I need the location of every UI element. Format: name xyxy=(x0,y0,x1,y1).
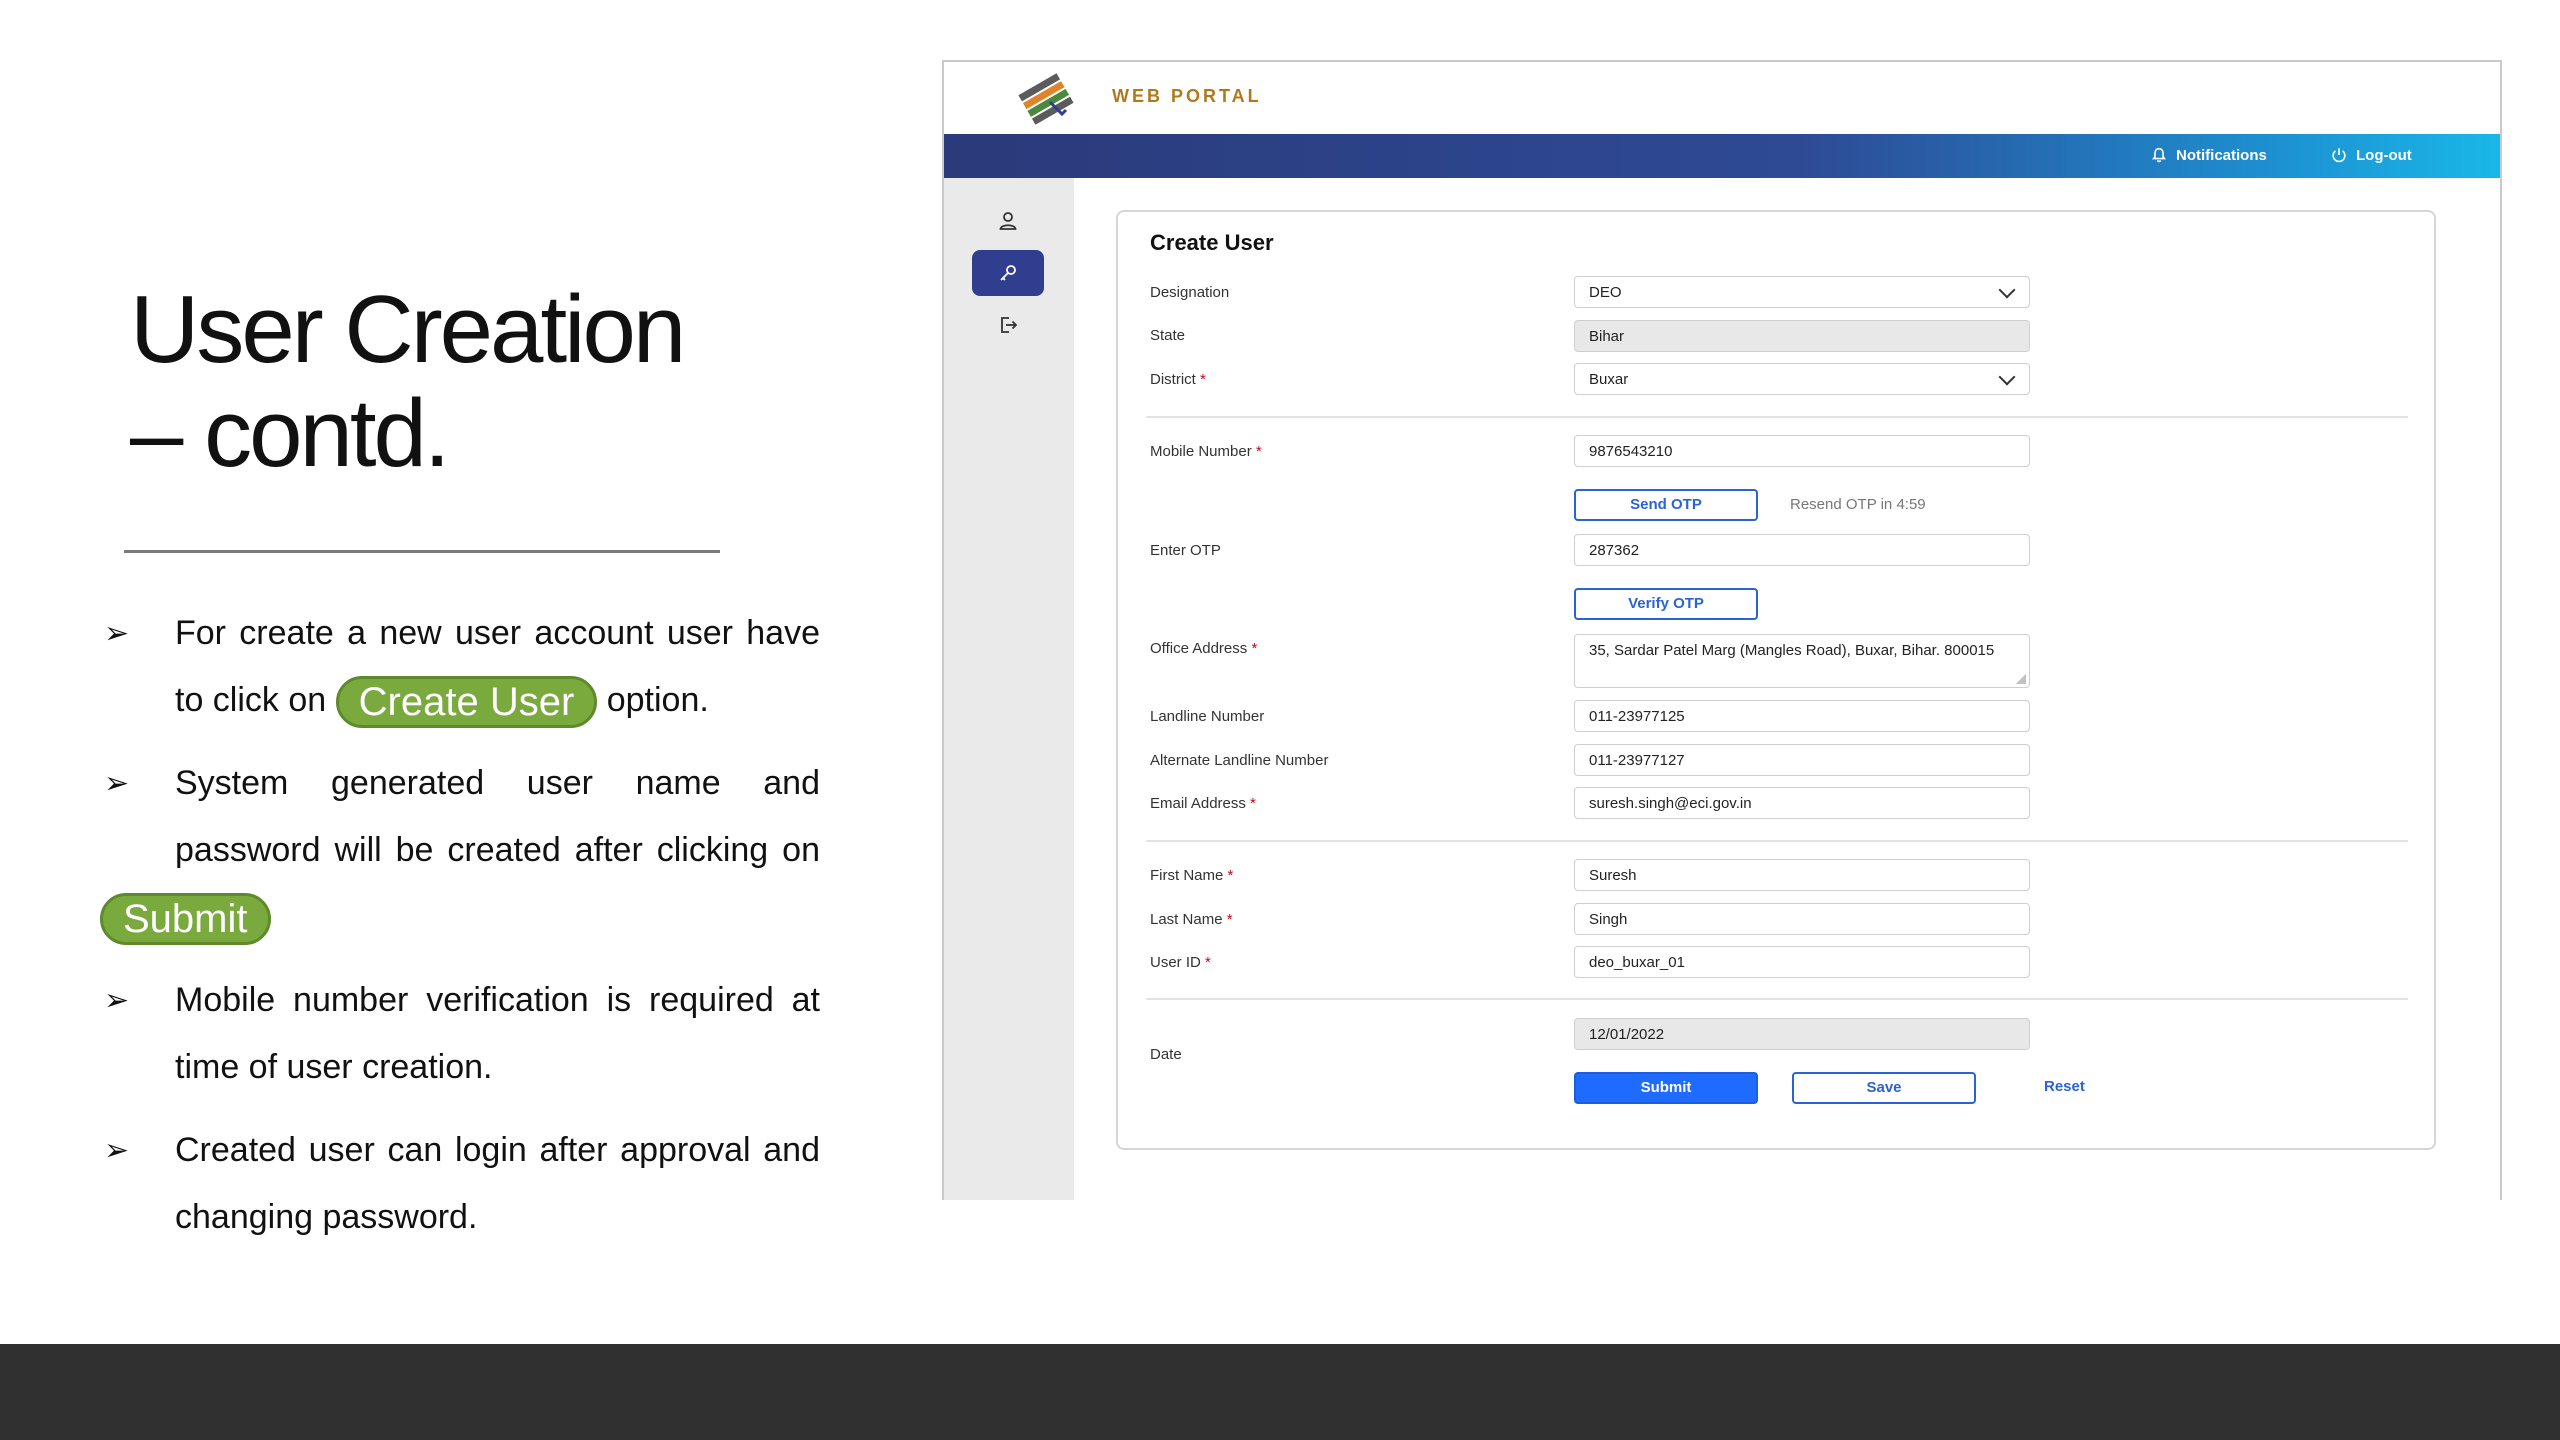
district-select[interactable]: Buxar xyxy=(1574,363,2030,395)
logout-link[interactable]: Log-out xyxy=(2330,146,2412,164)
date-field: 12/01/2022 xyxy=(1574,1018,2030,1050)
create-user-form: Create User Designation DEO State Bihar … xyxy=(1116,210,2436,1150)
side-navigation xyxy=(944,178,1074,1200)
landline-label: Landline Number xyxy=(1150,708,1265,725)
office-address-textarea[interactable]: 35, Sardar Patel Marg (Mangles Road), Bu… xyxy=(1574,634,2030,688)
required-mark: * xyxy=(1227,867,1234,884)
district-label: District * xyxy=(1150,371,1206,388)
portal-screenshot: WEB PORTAL Notifications Log-out Create … xyxy=(942,60,2502,1200)
required-mark: * xyxy=(1251,640,1258,657)
notifications-link[interactable]: Notifications xyxy=(2150,146,2267,164)
alt-landline-label: Alternate Landline Number xyxy=(1150,752,1329,769)
create-user-pill: Create User xyxy=(335,676,598,729)
slide-title-line1: User Creation xyxy=(130,276,686,383)
bullet-item: ➢ Created user can login after approval … xyxy=(100,1117,820,1251)
user-id-label-text: User ID xyxy=(1150,954,1201,971)
save-button[interactable]: Save xyxy=(1792,1072,1976,1104)
section-divider xyxy=(1146,840,2408,842)
designation-label: Designation xyxy=(1150,284,1230,301)
arrow-bullet-icon: ➢ xyxy=(104,984,130,1017)
date-label: Date xyxy=(1150,1046,1182,1063)
first-name-input[interactable]: Suresh xyxy=(1574,859,2030,891)
bullet-text: option. xyxy=(606,681,709,719)
office-address-label-text: Office Address xyxy=(1150,640,1248,657)
email-label-text: Email Address xyxy=(1150,795,1246,812)
mobile-number-input[interactable]: 9876543210 xyxy=(1574,435,2030,467)
bell-icon xyxy=(2151,147,2167,163)
mobile-label-text: Mobile Number xyxy=(1150,443,1252,460)
email-input[interactable]: suresh.singh@eci.gov.in xyxy=(1574,787,2030,819)
user-icon xyxy=(999,212,1017,230)
alt-landline-input[interactable]: 011-23977127 xyxy=(1574,744,2030,776)
bullet-text: System generated user name and password … xyxy=(175,764,820,869)
slide-title: User Creation – contd. xyxy=(130,278,750,486)
designation-select[interactable]: DEO xyxy=(1574,276,2030,308)
bullet-item: ➢ For create a new user account user hav… xyxy=(100,600,820,734)
form-title: Create User xyxy=(1150,230,1274,255)
state-field: Bihar xyxy=(1574,320,2030,352)
office-address-label: Office Address * xyxy=(1150,640,1257,657)
nav-user-button[interactable] xyxy=(972,198,1044,244)
title-divider xyxy=(124,550,720,553)
last-name-input[interactable]: Singh xyxy=(1574,903,2030,935)
last-name-label-text: Last Name xyxy=(1150,911,1223,928)
power-icon xyxy=(2332,148,2346,163)
required-mark: * xyxy=(1226,911,1233,928)
slide-title-line2: – contd. xyxy=(130,380,451,487)
state-label: State xyxy=(1150,327,1186,344)
bullet-text: Mobile number verification is required a… xyxy=(175,981,820,1086)
arrow-bullet-icon: ➢ xyxy=(104,1134,130,1167)
notifications-label: Notifications xyxy=(2176,146,2267,164)
reset-button[interactable]: Reset xyxy=(2044,1078,2085,1095)
bullet-text: Created user can login after approval an… xyxy=(175,1131,820,1236)
key-icon xyxy=(1000,265,1016,281)
portal-brand: WEB PORTAL xyxy=(1112,86,1262,106)
nav-logout-button[interactable] xyxy=(972,302,1044,348)
arrow-bullet-icon: ➢ xyxy=(104,767,130,800)
bullet-item: ➢ Mobile number verification is required… xyxy=(100,967,820,1101)
eci-logo-icon xyxy=(1018,73,1074,125)
user-id-input[interactable]: deo_buxar_01 xyxy=(1574,946,2030,978)
resend-otp-timer: Resend OTP in 4:59 xyxy=(1790,496,1926,513)
slide-footer-bar xyxy=(0,1344,2560,1440)
logout-label: Log-out xyxy=(2356,146,2412,164)
portal-header: WEB PORTAL xyxy=(944,62,2500,134)
required-mark: * xyxy=(1200,371,1206,388)
email-label: Email Address * xyxy=(1150,795,1256,812)
mobile-label: Mobile Number * xyxy=(1150,443,1262,460)
nav-key-button[interactable] xyxy=(972,250,1044,296)
landline-input[interactable]: 011-23977125 xyxy=(1574,700,2030,732)
first-name-label: First Name * xyxy=(1150,867,1233,884)
submit-button[interactable]: Submit xyxy=(1574,1072,1758,1104)
otp-label: Enter OTP xyxy=(1150,542,1221,559)
logout-icon xyxy=(1001,317,1018,333)
otp-input[interactable]: 287362 xyxy=(1574,534,2030,566)
section-divider xyxy=(1146,416,2408,418)
required-mark: * xyxy=(1250,795,1256,812)
submit-pill: Submit xyxy=(100,893,271,946)
user-id-label: User ID * xyxy=(1150,954,1211,971)
required-mark: * xyxy=(1205,954,1211,971)
bullet-item: ➢ System generated user name and passwor… xyxy=(100,750,820,951)
bullet-list: ➢ For create a new user account user hav… xyxy=(100,600,820,1267)
required-mark: * xyxy=(1255,443,1262,460)
verify-otp-button[interactable]: Verify OTP xyxy=(1574,588,1758,620)
last-name-label: Last Name * xyxy=(1150,911,1233,928)
district-label-text: District xyxy=(1150,371,1196,388)
send-otp-button[interactable]: Send OTP xyxy=(1574,489,1758,521)
top-navbar: Notifications Log-out xyxy=(944,134,2500,178)
first-name-label-text: First Name xyxy=(1150,867,1224,884)
arrow-bullet-icon: ➢ xyxy=(104,617,130,650)
section-divider xyxy=(1146,998,2408,1000)
